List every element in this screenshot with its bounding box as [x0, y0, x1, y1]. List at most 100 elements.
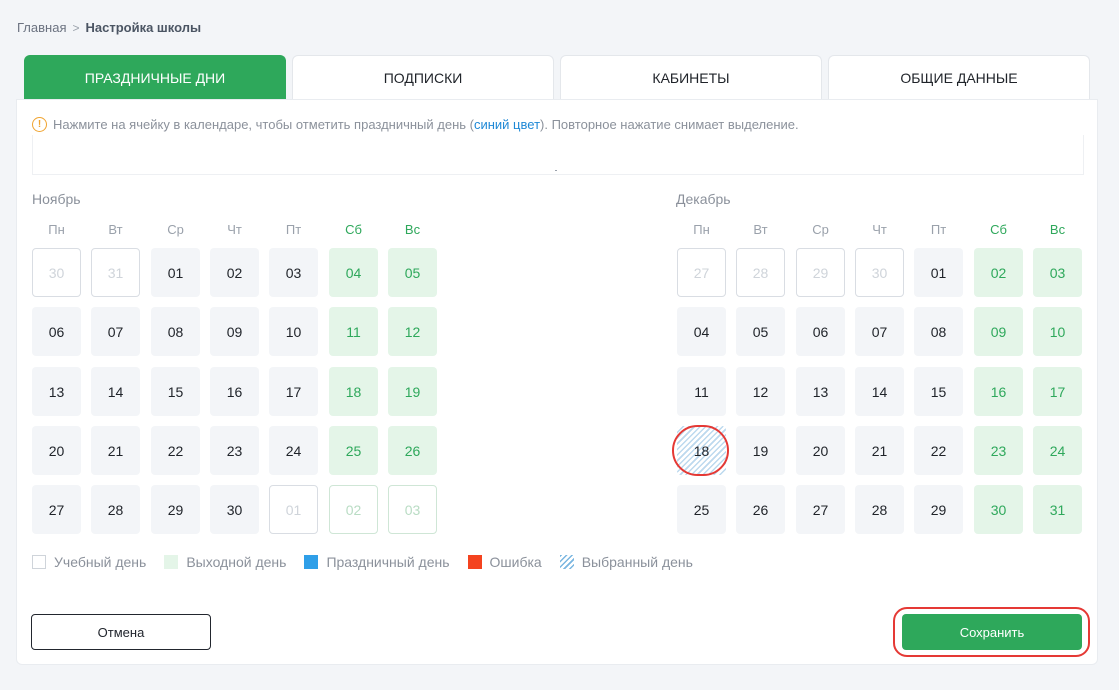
hint-text-after: ). Повторное нажатие снимает выделение. — [540, 117, 799, 132]
calendar-day-cell[interactable]: 27 — [677, 248, 726, 297]
calendar-day-cell[interactable]: 12 — [736, 367, 785, 416]
legend-label: Ошибка — [489, 554, 542, 570]
cancel-button[interactable]: Отмена — [31, 614, 211, 650]
calendar-day-cell[interactable]: 20 — [796, 426, 845, 475]
calendar-day-cell[interactable]: 28 — [736, 248, 785, 297]
calendar-day-cell[interactable]: 24 — [269, 426, 318, 475]
calendar-day-cell[interactable]: 30 — [32, 248, 81, 297]
calendar-day-cell[interactable]: 05 — [388, 248, 437, 297]
calendar-day-cell[interactable]: 16 — [974, 367, 1023, 416]
calendar-day-cell[interactable]: 20 — [32, 426, 81, 475]
weekday-header: Пн — [48, 222, 65, 237]
weekday-header: Пн — [693, 222, 710, 237]
calendar-day-cell[interactable]: 18 — [329, 367, 378, 416]
calendar-day-cell[interactable]: 08 — [151, 307, 200, 356]
weekday-header: Вс — [404, 222, 421, 237]
tab-holidays[interactable]: ПРАЗДНИЧНЫЕ ДНИ — [24, 55, 286, 99]
calendar-day-cell[interactable]: 21 — [855, 426, 904, 475]
calendar-day-cell[interactable]: 14 — [91, 367, 140, 416]
calendar-day-cell[interactable]: 26 — [388, 426, 437, 475]
calendar-day-cell[interactable]: 04 — [677, 307, 726, 356]
calendar-day-cell[interactable]: 03 — [388, 485, 437, 534]
weekend-day-swatch-icon — [164, 555, 179, 569]
legend-label: Выбранный день — [581, 554, 693, 570]
calendar-day-cell[interactable]: 11 — [329, 307, 378, 356]
month-title-december: Декабрь — [676, 191, 731, 207]
calendar-day-cell[interactable]: 23 — [210, 426, 259, 475]
calendar-day-cell[interactable]: 18 — [677, 426, 726, 475]
calendar-day-cell[interactable]: 29 — [151, 485, 200, 534]
calendar-day-cell[interactable]: 31 — [91, 248, 140, 297]
calendar-day-cell[interactable]: 21 — [91, 426, 140, 475]
calendar-day-cell[interactable]: 01 — [269, 485, 318, 534]
breadcrumb-home[interactable]: Главная — [17, 20, 66, 35]
tab-classrooms[interactable]: КАБИНЕТЫ — [560, 55, 822, 99]
calendar-day-cell[interactable]: 27 — [796, 485, 845, 534]
calendar-day-cell[interactable]: 22 — [151, 426, 200, 475]
calendar-day-cell[interactable]: 02 — [329, 485, 378, 534]
calendar-day-cell[interactable]: 17 — [269, 367, 318, 416]
calendar-day-cell[interactable]: 26 — [736, 485, 785, 534]
legend-item-selected: Выбранный день — [559, 554, 693, 570]
calendar-day-cell[interactable]: 10 — [269, 307, 318, 356]
calendar-day-cell[interactable]: 14 — [855, 367, 904, 416]
calendar-day-cell[interactable]: 09 — [974, 307, 1023, 356]
study-day-swatch-icon — [32, 555, 46, 569]
calendar-day-cell[interactable]: 03 — [1033, 248, 1082, 297]
calendar-day-cell[interactable]: 15 — [151, 367, 200, 416]
calendar-day-cell[interactable]: 13 — [32, 367, 81, 416]
calendar-day-cell[interactable]: 10 — [1033, 307, 1082, 356]
calendar-day-cell[interactable]: 25 — [329, 426, 378, 475]
weekday-header: Чт — [872, 222, 887, 237]
weekday-header: Сб — [345, 222, 362, 237]
calendar-day-cell[interactable]: 12 — [388, 307, 437, 356]
calendar-day-cell[interactable]: 02 — [210, 248, 259, 297]
weekday-header: Вс — [1049, 222, 1066, 237]
warning-icon: ! — [32, 117, 47, 132]
tab-bar: ПРАЗДНИЧНЫЕ ДНИ ПОДПИСКИ КАБИНЕТЫ ОБЩИЕ … — [24, 55, 1090, 99]
calendar-day-cell[interactable]: 15 — [914, 367, 963, 416]
calendar-day-cell[interactable]: 31 — [1033, 485, 1082, 534]
calendar-day-cell[interactable]: 03 — [269, 248, 318, 297]
calendar-day-cell[interactable]: 11 — [677, 367, 726, 416]
calendar-day-cell[interactable]: 06 — [32, 307, 81, 356]
calendar-day-cell[interactable]: 19 — [388, 367, 437, 416]
calendar-day-cell[interactable]: 24 — [1033, 426, 1082, 475]
calendar-day-cell[interactable]: 07 — [855, 307, 904, 356]
calendar-day-cell[interactable]: 04 — [329, 248, 378, 297]
weekday-header: Ср — [167, 222, 184, 237]
calendar-day-cell[interactable]: 01 — [914, 248, 963, 297]
tab-general-data[interactable]: ОБЩИЕ ДАННЫЕ — [828, 55, 1090, 99]
legend-item-error: Ошибка — [467, 554, 542, 570]
calendar-day-cell[interactable]: 07 — [91, 307, 140, 356]
calendar-day-cell[interactable]: 16 — [210, 367, 259, 416]
calendar-day-cell[interactable]: 19 — [736, 426, 785, 475]
calendar-day-cell[interactable]: 25 — [677, 485, 726, 534]
calendar-day-cell[interactable]: 30 — [855, 248, 904, 297]
save-button[interactable]: Сохранить — [902, 614, 1082, 650]
calendar-day-cell[interactable]: 30 — [974, 485, 1023, 534]
calendar-day-cell[interactable]: 09 — [210, 307, 259, 356]
month-title-november: Ноябрь — [32, 191, 81, 207]
calendar-day-cell[interactable]: 02 — [974, 248, 1023, 297]
calendar-day-cell[interactable]: 27 — [32, 485, 81, 534]
calendar-day-cell[interactable]: 01 — [151, 248, 200, 297]
calendar-day-cell[interactable]: 13 — [796, 367, 845, 416]
tab-subscriptions[interactable]: ПОДПИСКИ — [292, 55, 554, 99]
calendar-day-cell[interactable]: 05 — [736, 307, 785, 356]
calendar-day-cell[interactable]: 22 — [914, 426, 963, 475]
weekday-header: Вт — [108, 222, 123, 237]
divider-dot — [555, 170, 557, 171]
weekday-header: Чт — [227, 222, 242, 237]
calendar-day-cell[interactable]: 28 — [855, 485, 904, 534]
calendar-day-cell[interactable]: 17 — [1033, 367, 1082, 416]
legend-label: Праздничный день — [326, 554, 450, 570]
calendar-day-cell[interactable]: 29 — [796, 248, 845, 297]
calendar-day-cell[interactable]: 29 — [914, 485, 963, 534]
calendar-day-cell[interactable]: 30 — [210, 485, 259, 534]
calendar-day-cell[interactable]: 23 — [974, 426, 1023, 475]
calendar-day-cell[interactable]: 28 — [91, 485, 140, 534]
selected-day-swatch-icon — [559, 555, 574, 569]
calendar-day-cell[interactable]: 06 — [796, 307, 845, 356]
calendar-day-cell[interactable]: 08 — [914, 307, 963, 356]
